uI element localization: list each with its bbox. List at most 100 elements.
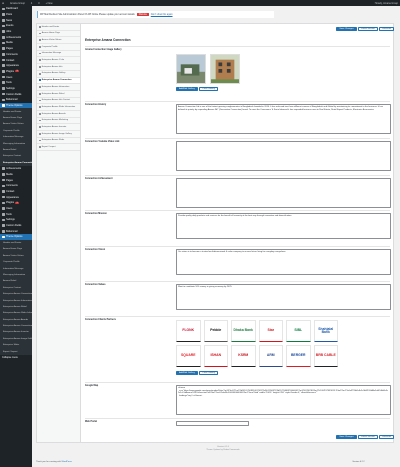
gallery-clear-button[interactable]: Clear Gallery — [199, 87, 219, 92]
user-icon — [2, 207, 5, 210]
partner-logo[interactable]: BRB CABLE — [313, 345, 338, 367]
tab-icon — [39, 32, 41, 35]
partner-logo[interactable]: Dhaka Bank — [231, 320, 256, 342]
sidebar-item-label: Enterprise Contact — [3, 286, 22, 289]
partner-logo[interactable]: SQUARE — [176, 345, 201, 367]
partner-logo[interactable]: SIBL — [286, 320, 311, 342]
grid-icon — [2, 230, 5, 233]
sidebar-item-label: Enterprise Amana Connection — [3, 161, 32, 164]
web-portal-input[interactable] — [176, 421, 249, 426]
options-tab[interactable]: Header and Footer — [37, 24, 80, 31]
gear-icon — [2, 104, 5, 107]
mission-textarea[interactable]: Provide quality daily products and servi… — [176, 213, 391, 239]
update-badge: 3 — [15, 201, 19, 204]
sidebar-item-label: Theme Options — [6, 104, 23, 108]
partner-logo[interactable]: FLONK — [176, 320, 201, 342]
map-label: Google Map — [85, 385, 99, 387]
options-tab[interactable]: Enterprise Amana Slider — [37, 138, 80, 145]
sidebar-item-label: Achievements — [6, 167, 22, 171]
partner-logo[interactable]: Star — [258, 320, 283, 342]
reset-section-button-bottom[interactable]: Reset Section — [358, 435, 378, 440]
reset-all-button-top[interactable]: Reset All — [379, 27, 394, 32]
sidebar-item-label: Messaging Information — [3, 273, 26, 276]
wp-logo-icon[interactable]: ⊕ — [2, 2, 4, 5]
sidebar-item-label: Enterprise Contact — [3, 155, 22, 158]
options-tab[interactable]: Enterprise Amana Awards — [37, 111, 80, 118]
comment-icon — [2, 184, 5, 188]
partners-add-button[interactable]: Add/Edit Gallery — [176, 371, 198, 376]
gallery-image[interactable] — [176, 54, 206, 84]
options-tab[interactable]: Enterprise Amana Rebel — [37, 91, 80, 98]
partner-logo[interactable]: Shahjalal Bank — [313, 320, 338, 342]
tab-label: Enterprise Amana 1 Info — [41, 59, 65, 62]
options-tab[interactable]: Information Message — [37, 51, 80, 58]
sidebar-item-label: Enterprise Amana Rebel — [3, 305, 27, 308]
dismiss-button[interactable]: Dismiss — [136, 13, 149, 16]
gallery-image[interactable] — [210, 54, 240, 84]
gallery-add-button[interactable]: Add/Edit Gallery — [176, 87, 198, 92]
settings-icon — [2, 218, 5, 222]
save-button-bottom[interactable]: Save Changes — [336, 435, 357, 440]
sidebar-item-label: Jobs — [6, 30, 12, 34]
dont-show-link[interactable]: Don't show this again — [151, 14, 173, 16]
partner-logo[interactable]: ARM — [258, 345, 283, 367]
tab-label: Enterprise Amana Rebel — [41, 92, 65, 95]
history-row: Connection History Amana Connection Ltd … — [85, 101, 391, 137]
options-tab[interactable]: Enterprise Amana Investor — [37, 124, 80, 131]
options-tab[interactable]: Export / Import — [37, 144, 80, 152]
tab-label: Enterprise Amana Gallery — [41, 72, 66, 75]
sidebar-item-label: Enterprise Amana Image Gallery — [3, 337, 32, 340]
list-icon — [2, 92, 5, 96]
options-tab[interactable]: Enterprise Amana 1 Info — [37, 57, 80, 65]
footer-credit: Theme Options by Redux Framework — [206, 449, 240, 451]
options-tab[interactable]: Amana Home Page — [37, 31, 80, 38]
comments-count[interactable]: 0 — [38, 2, 39, 5]
options-tab[interactable]: Enterprise Amana Connection — [37, 77, 80, 85]
sidebar-item-label: Amana Visitor Values — [3, 123, 24, 126]
achievement-textarea[interactable] — [176, 178, 391, 208]
values-row: Connection Values Want to contribute 10%… — [85, 281, 391, 317]
video-textarea[interactable] — [176, 141, 391, 171]
user-greeting[interactable]: Howdy, Amana Group — [375, 2, 398, 5]
vision-textarea[interactable]: Our vision is to become a trusted multi-… — [176, 249, 391, 275]
options-tab[interactable]: Enterprise Amana Information — [37, 84, 80, 91]
save-button-top[interactable]: Save Changes — [336, 27, 357, 32]
options-tab[interactable]: Amana Visitor Values — [37, 37, 80, 45]
settings-icon — [2, 87, 5, 90]
partner-logo[interactable]: Pebble — [203, 320, 228, 342]
map-textarea[interactable]: <iframe src="https://www.google.com/maps… — [176, 385, 391, 415]
collapse-menu-button[interactable]: Collapse menu — [0, 355, 32, 361]
options-tab[interactable]: Enterprise Amana Slider Information — [37, 104, 80, 111]
wordpress-link[interactable]: WordPress — [62, 461, 72, 463]
site-name[interactable]: Amana Group — [10, 2, 25, 5]
sidebar-item-label: News — [6, 18, 13, 22]
updates-count[interactable]: 4 — [31, 2, 32, 5]
plugin-icon — [2, 201, 5, 205]
partner-logo[interactable]: ISHAN — [203, 345, 228, 367]
values-textarea[interactable]: Want to contribute 10% money in giving e… — [176, 284, 391, 310]
options-tabs: Header and Footer Amana Home Page Amana Vi… — [37, 24, 81, 442]
partner-logo[interactable]: BERGER — [286, 345, 311, 367]
options-tab[interactable]: Enterprise Amana Marketing — [37, 118, 80, 125]
options-tab[interactable]: Enterprise Amana Gallery — [37, 71, 80, 78]
options-tab[interactable]: Enterprise Amana Image Gallery — [37, 131, 80, 138]
tab-label: Enterprise Amana Connection — [41, 79, 72, 82]
sidebar-item-label: Dashboard — [6, 7, 18, 11]
media-icon — [2, 41, 5, 45]
gallery-row: Amana Connection Image Gallery Add/Edit … — [85, 46, 390, 96]
partner-logo[interactable]: KSRM — [231, 345, 256, 367]
reset-section-button-top[interactable]: Reset Section — [358, 27, 378, 32]
update-badge: 3 — [15, 70, 19, 73]
sidebar-item-label: Achievements — [6, 35, 22, 39]
options-tab[interactable]: Corporate Profile — [37, 44, 80, 51]
sidebar-item-label: Theme Options — [6, 235, 23, 239]
sidebar-item-label: Enterprise Amana Investor — [3, 331, 29, 334]
partners-clear-button[interactable]: Clear Gallery — [199, 371, 219, 376]
options-tab[interactable]: Enterprise Amana Info Contact — [37, 98, 80, 105]
options-tab[interactable]: Enterprise Amana Info — [37, 64, 80, 71]
history-textarea[interactable]: Amana Connection Ltd is one of the faste… — [176, 104, 391, 134]
new-content[interactable]: + New — [46, 2, 53, 5]
reset-all-button-bottom[interactable]: Reset All — [379, 435, 394, 440]
tab-icon — [39, 92, 41, 95]
sidebar-item-label: Bottomnail — [6, 98, 18, 102]
